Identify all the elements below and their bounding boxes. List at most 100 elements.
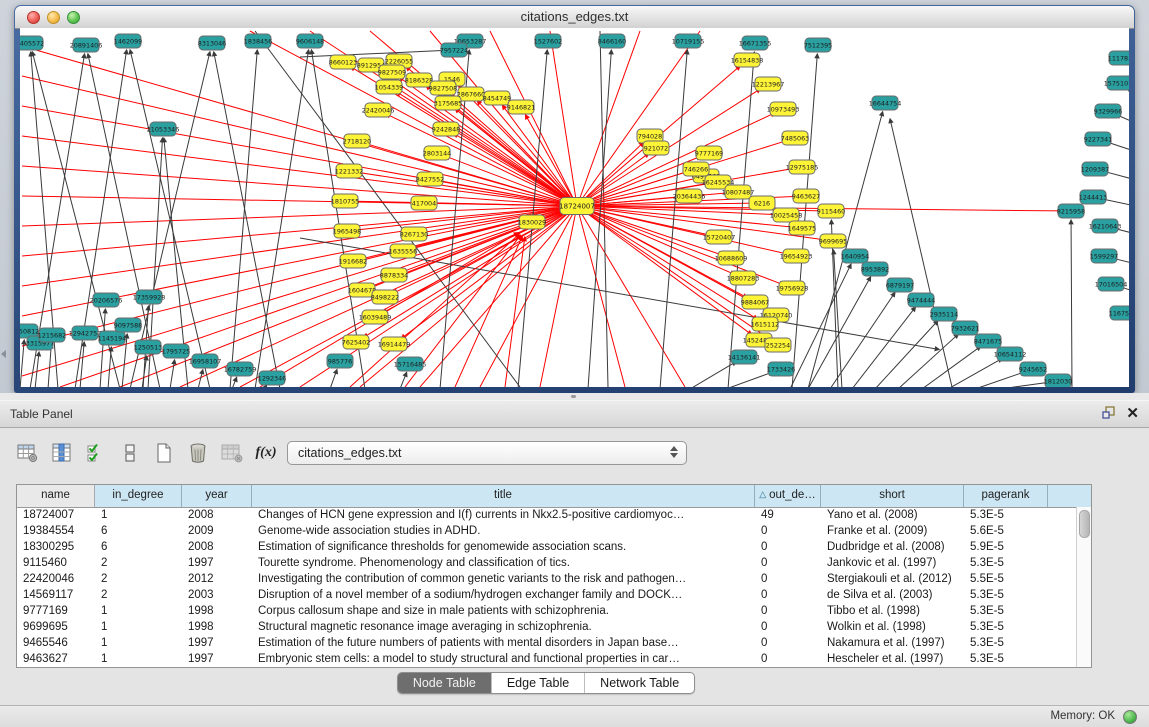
- column-header-name[interactable]: name: [17, 485, 95, 507]
- table-body[interactable]: 1872400712008Changes of HCN gene express…: [17, 507, 1077, 667]
- tab-network-table[interactable]: Network Table: [585, 673, 694, 693]
- table-cell: 2009: [182, 523, 252, 539]
- graph-node-label: 18807283: [727, 274, 760, 282]
- graph-edge: [577, 206, 625, 387]
- graph-node-label: 9115460: [817, 207, 845, 215]
- table-row[interactable]: 946362711997Embryonic stem cells: a mode…: [17, 651, 1077, 667]
- minimize-window-button[interactable]: [47, 11, 60, 24]
- table-cell: 18300295: [17, 539, 95, 555]
- graph-node-label: 8953892: [861, 265, 889, 273]
- tab-edge-table[interactable]: Edge Table: [492, 673, 585, 693]
- tab-node-table[interactable]: Node Table: [398, 673, 492, 693]
- table-cell: 0: [755, 523, 821, 539]
- close-panel-icon[interactable]: ✕: [1126, 406, 1139, 422]
- graph-edge: [922, 346, 981, 387]
- graph-node-label: 15720407: [703, 233, 736, 241]
- table-cell: Estimation of the future numbers of pati…: [252, 635, 755, 651]
- graph-node-label: 1830029: [518, 218, 546, 226]
- table-cell: 5.3E-5: [964, 587, 1048, 603]
- table-selector[interactable]: citations_edges.txt: [287, 441, 687, 465]
- graph-node-label: 2850812: [20, 327, 39, 335]
- graph-node-label: 2405572: [20, 39, 44, 47]
- column-header-title[interactable]: title: [252, 485, 755, 507]
- table-row[interactable]: 969969511998Structural magnetic resonanc…: [17, 619, 1077, 635]
- table-row[interactable]: 1830029562008Estimation of significance …: [17, 539, 1077, 555]
- table-row[interactable]: 977716911998Corpus callosum shape and si…: [17, 603, 1077, 619]
- table-row[interactable]: 2242004622012Investigating the contribut…: [17, 571, 1077, 587]
- table-cell: 1998: [182, 619, 252, 635]
- table-header[interactable]: namein_degreeyeartitle△out_de…shortpager…: [17, 485, 1091, 508]
- node-table[interactable]: namein_degreeyeartitle△out_de…shortpager…: [16, 484, 1092, 668]
- graph-node-label: 17016504: [1095, 280, 1128, 288]
- memory-indicator-icon: [1123, 710, 1137, 724]
- graph-node-label: 1054339: [375, 83, 403, 91]
- new-table-icon[interactable]: [152, 440, 176, 466]
- graph-node-label: 1649575: [788, 224, 816, 232]
- table-cell: 49: [755, 507, 821, 523]
- table-row[interactable]: 911546021997Tourette syndrome. Phenomeno…: [17, 555, 1077, 571]
- graph-node-label: 1795725: [162, 347, 190, 355]
- table-cell: Stergiakouli et al. (2012): [821, 571, 964, 587]
- zoom-window-button[interactable]: [67, 11, 80, 24]
- network-window: citations_edges.txt 86601238912954222605…: [14, 5, 1135, 393]
- close-window-button[interactable]: [27, 11, 40, 24]
- function-builder-icon[interactable]: f(x): [254, 440, 278, 466]
- column-header-year[interactable]: year: [182, 485, 252, 507]
- graph-node-label: 10025458: [770, 211, 803, 219]
- graph-node-label: 9227341: [1084, 135, 1112, 143]
- memory-status: Memory: OK: [1050, 710, 1115, 722]
- graph-node-label: 1250513: [134, 343, 162, 351]
- table-cell: 0: [755, 651, 821, 667]
- delete-table-icon[interactable]: [186, 440, 210, 466]
- table-cell: 2: [95, 555, 182, 571]
- column-settings-icon[interactable]: [16, 440, 40, 466]
- table-scrollbar-thumb[interactable]: [1079, 510, 1090, 538]
- table-cell: 0: [755, 539, 821, 555]
- table-row[interactable]: 1872400712008Changes of HCN gene express…: [17, 507, 1077, 523]
- graph-node-label: 1733426: [767, 365, 795, 373]
- graph-node-label: 1167533: [1109, 309, 1129, 317]
- table-cell: 5.9E-5: [964, 539, 1048, 555]
- table-cell: Hescheler et al. (1997): [821, 651, 964, 667]
- network-window-titlebar[interactable]: citations_edges.txt: [15, 6, 1134, 29]
- table-cell: Corpus callosum shape and size in male p…: [252, 603, 755, 619]
- column-header-out_de[interactable]: △out_de…: [755, 485, 821, 507]
- column-header-short[interactable]: short: [821, 485, 964, 507]
- graph-node-label: 9146821: [507, 103, 535, 111]
- graph-node-label: 794028: [638, 132, 662, 140]
- graph-node-label: 18724007: [559, 202, 595, 210]
- select-columns-icon[interactable]: [50, 440, 74, 466]
- table-row[interactable]: 1938455462009Genome-wide association stu…: [17, 523, 1077, 539]
- row-check-icon[interactable]: [84, 440, 108, 466]
- table-toolbar: f(x) citations_edges.txt: [0, 428, 1149, 480]
- network-canvas[interactable]: 8660123891295422260559827509105433981863…: [20, 28, 1129, 387]
- column-header-pagerank[interactable]: pagerank: [964, 485, 1048, 507]
- graph-node-label: 3175685: [434, 99, 462, 107]
- table-cell: 5.3E-5: [964, 619, 1048, 635]
- table-cell: 5.3E-5: [964, 603, 1048, 619]
- table-row[interactable]: 946554611997Estimation of the future num…: [17, 635, 1077, 651]
- graph-node-label: 7485063: [781, 134, 809, 142]
- graph-node-label: 12213967: [752, 80, 785, 88]
- table-selector-value: citations_edges.txt: [298, 446, 402, 460]
- column-header-in_degree[interactable]: in_degree: [95, 485, 182, 507]
- stacked-rows-icon[interactable]: [118, 440, 142, 466]
- graph-edge: [1071, 220, 1072, 387]
- graph-node-label: 8878334: [380, 271, 408, 279]
- graph-node-label: 12942757: [69, 329, 102, 337]
- table-row[interactable]: 1456911722003Disruption of a novel membe…: [17, 587, 1077, 603]
- float-panel-icon[interactable]: [1101, 405, 1116, 423]
- panel-collapse-arrow-icon[interactable]: [1, 350, 6, 358]
- table-scrollbar[interactable]: [1076, 507, 1091, 667]
- graph-edge: [898, 334, 958, 387]
- table-cell: 1998: [182, 603, 252, 619]
- delete-column-icon[interactable]: [220, 440, 244, 466]
- table-cell: 5.5E-5: [964, 571, 1048, 587]
- table-cell: Nakamura et al. (1997): [821, 635, 964, 651]
- table-panel-title: Table Panel: [10, 407, 73, 421]
- graph-node-label: 7957224: [440, 46, 468, 54]
- graph-edge: [401, 206, 577, 339]
- column-header-filler[interactable]: [1048, 485, 1091, 507]
- horizontal-splitter[interactable]: [0, 393, 1149, 400]
- graph-node-label: 2226055: [385, 57, 413, 65]
